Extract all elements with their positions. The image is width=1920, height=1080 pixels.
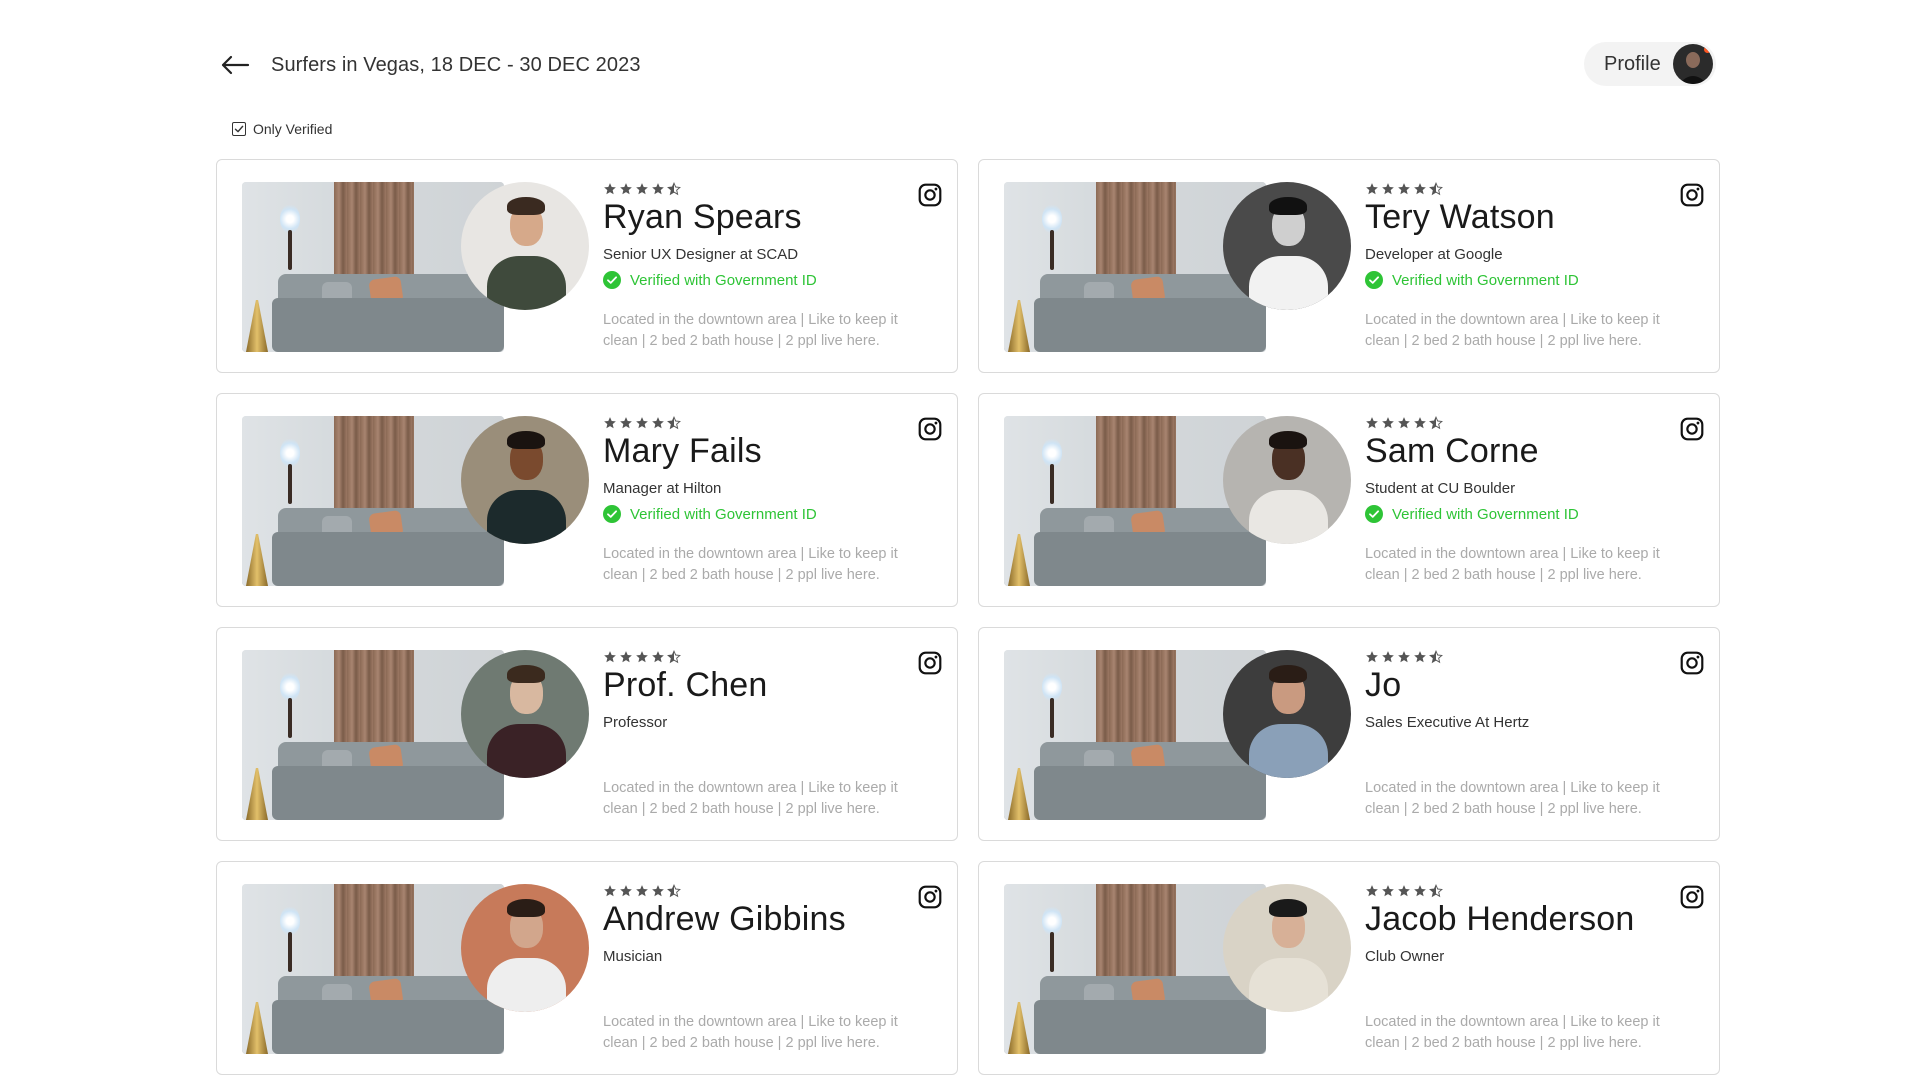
host-card[interactable]: Prof. Chen Professor Located in the downto… <box>216 627 958 841</box>
instagram-link[interactable] <box>1679 182 1705 208</box>
rating-stars <box>603 182 681 196</box>
instagram-icon <box>1680 885 1704 909</box>
verified-badge: Verified with Government ID <box>1365 505 1579 523</box>
host-job: Professor <box>603 714 668 731</box>
only-verified-checkbox[interactable] <box>232 122 246 136</box>
host-name: Andrew Gibbins <box>603 900 846 938</box>
rating-stars <box>1365 650 1443 664</box>
profile-avatar <box>1672 44 1713 84</box>
instagram-icon <box>918 183 942 207</box>
host-name: Sam Corne <box>1365 432 1539 470</box>
host-name: Tery Watson <box>1365 198 1555 236</box>
verified-badge: Verified with Government ID <box>603 271 817 289</box>
host-description: Located in the downtown area | Like to k… <box>1365 312 1660 349</box>
instagram-link[interactable] <box>1679 650 1705 676</box>
host-job: Sales Executive At Hertz <box>1365 714 1530 731</box>
host-card-grid: Ryan Spears Senior UX Designer at SCAD Ver… <box>216 159 1720 1075</box>
instagram-link[interactable] <box>917 650 943 676</box>
check-icon <box>234 125 244 133</box>
instagram-link[interactable] <box>917 884 943 910</box>
host-job: Musician <box>603 948 663 965</box>
arrow-left-icon <box>221 55 250 75</box>
instagram-icon <box>918 417 942 441</box>
host-card[interactable]: Mary Fails Manager at Hilton Verified with… <box>216 393 958 607</box>
rating-stars <box>603 650 681 664</box>
check-circle-icon <box>603 271 621 289</box>
host-avatar <box>1223 884 1351 1012</box>
verified-badge: Verified with Government ID <box>603 505 817 523</box>
instagram-icon <box>918 651 942 675</box>
host-description: Located in the downtown area | Like to k… <box>603 546 898 583</box>
rating-stars <box>1365 884 1443 898</box>
page-header: Surfers in Vegas, 18 DEC - 30 DEC 2023 <box>215 45 641 85</box>
rating-stars <box>603 884 681 898</box>
host-avatar <box>461 416 589 544</box>
instagram-link[interactable] <box>1679 884 1705 910</box>
host-card[interactable]: Tery Watson Developer at Google Verified w… <box>978 159 1720 373</box>
host-card[interactable]: Jacob Henderson Club Owner Located in the … <box>978 861 1720 1075</box>
check-circle-icon <box>1365 271 1383 289</box>
instagram-link[interactable] <box>917 416 943 442</box>
host-job: Student at CU Boulder <box>1365 480 1516 497</box>
verified-label: Verified with Government ID <box>1392 505 1579 523</box>
host-description: Located in the downtown area | Like to k… <box>603 780 898 817</box>
notification-dot <box>1703 46 1711 53</box>
host-job: Developer at Google <box>1365 246 1503 263</box>
host-name: Prof. Chen <box>603 666 768 704</box>
host-job: Club Owner <box>1365 948 1445 965</box>
host-name: Jo <box>1365 666 1402 704</box>
profile-button[interactable]: Profile <box>1584 42 1716 86</box>
host-description: Located in the downtown area | Like to k… <box>1365 1014 1660 1051</box>
verified-label: Verified with Government ID <box>630 271 817 289</box>
host-description: Located in the downtown area | Like to k… <box>1365 780 1660 817</box>
host-description: Located in the downtown area | Like to k… <box>603 312 898 349</box>
host-card[interactable]: Ryan Spears Senior UX Designer at SCAD Ver… <box>216 159 958 373</box>
check-circle-icon <box>1365 505 1383 523</box>
host-avatar <box>461 884 589 1012</box>
host-avatar <box>461 650 589 778</box>
host-name: Jacob Henderson <box>1365 900 1635 938</box>
instagram-icon <box>1680 651 1704 675</box>
rating-stars <box>1365 416 1443 430</box>
host-card[interactable]: Jo Sales Executive At Hertz Located in the… <box>978 627 1720 841</box>
verified-label: Verified with Government ID <box>1392 271 1579 289</box>
host-avatar <box>461 182 589 310</box>
host-name: Ryan Spears <box>603 198 802 236</box>
host-description: Located in the downtown area | Like to k… <box>1365 546 1660 583</box>
verified-label: Verified with Government ID <box>630 505 817 523</box>
page-title: Surfers in Vegas, 18 DEC - 30 DEC 2023 <box>271 53 641 76</box>
check-circle-icon <box>603 505 621 523</box>
instagram-icon <box>1680 417 1704 441</box>
host-job: Senior UX Designer at SCAD <box>603 246 799 263</box>
rating-stars <box>603 416 681 430</box>
instagram-link[interactable] <box>1679 416 1705 442</box>
instagram-icon <box>1680 183 1704 207</box>
host-card[interactable]: Andrew Gibbins Musician Located in the dow… <box>216 861 958 1075</box>
profile-label: Profile <box>1604 52 1661 75</box>
host-avatar <box>1223 416 1351 544</box>
only-verified-label: Only Verified <box>253 121 333 137</box>
back-button[interactable] <box>215 45 255 85</box>
host-avatar <box>1223 650 1351 778</box>
rating-stars <box>1365 182 1443 196</box>
host-description: Located in the downtown area | Like to k… <box>603 1014 898 1051</box>
host-job: Manager at Hilton <box>603 480 722 497</box>
host-avatar <box>1223 182 1351 310</box>
host-name: Mary Fails <box>603 432 762 470</box>
instagram-icon <box>918 885 942 909</box>
host-card[interactable]: Sam Corne Student at CU Boulder Verified w… <box>978 393 1720 607</box>
verified-badge: Verified with Government ID <box>1365 271 1579 289</box>
only-verified-filter[interactable]: Only Verified <box>232 121 332 137</box>
instagram-link[interactable] <box>917 182 943 208</box>
